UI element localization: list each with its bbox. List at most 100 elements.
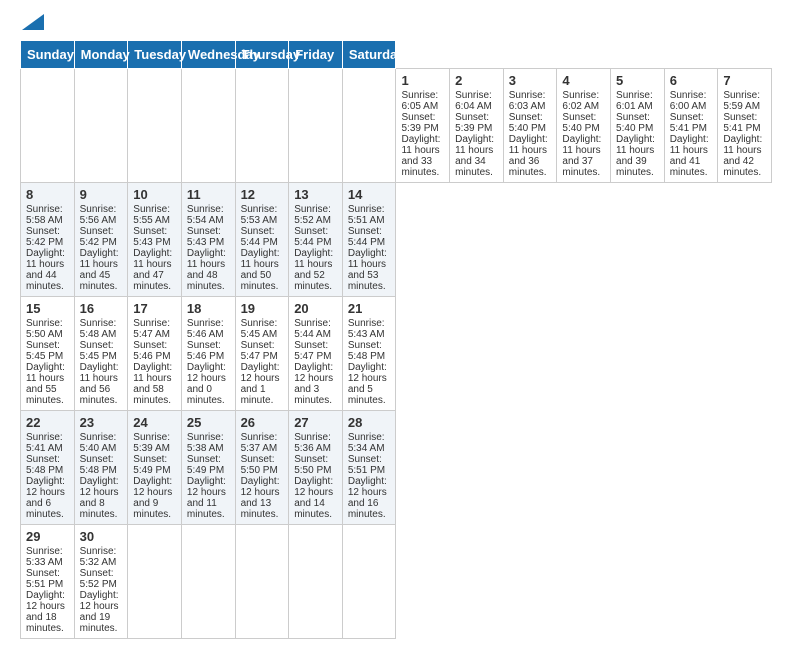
calendar-cell: 4 Sunrise: 6:02 AMSunset: 5:40 PMDaylight… [557, 69, 611, 183]
day-info: Sunrise: 6:05 AMSunset: 5:39 PMDaylight:… [401, 90, 440, 178]
day-number: 30 [80, 529, 123, 544]
calendar-cell: 27 Sunrise: 5:36 AMSunset: 5:50 PMDayligh… [289, 411, 343, 525]
day-number: 2 [455, 73, 498, 88]
day-number: 27 [294, 415, 337, 430]
day-number: 6 [670, 73, 713, 88]
calendar-cell [235, 525, 289, 639]
calendar-cell: 16Sunrise: 5:48 AMSunset: 5:45 PMDayligh… [74, 297, 128, 411]
day-number: 26 [241, 415, 284, 430]
calendar: SundayMondayTuesdayWednesdayThursdayFrid… [20, 40, 772, 639]
calendar-week-2: 8 Sunrise: 5:58 AMSunset: 5:42 PMDaylight… [21, 183, 772, 297]
calendar-week-3: 15Sunrise: 5:50 AMSunset: 5:45 PMDayligh… [21, 297, 772, 411]
day-info: Sunrise: 5:47 AMSunset: 5:46 PMDaylight:… [133, 318, 172, 406]
day-info: Sunrise: 5:48 AMSunset: 5:45 PMDaylight:… [80, 318, 119, 406]
day-number: 14 [348, 187, 391, 202]
calendar-cell: 19Sunrise: 5:45 AMSunset: 5:47 PMDayligh… [235, 297, 289, 411]
calendar-cell: 14 Sunrise: 5:51 AMSunset: 5:44 PMDayligh… [342, 183, 396, 297]
calendar-cell: 28 Sunrise: 5:34 AMSunset: 5:51 PMDayligh… [342, 411, 396, 525]
calendar-cell: 22 Sunrise: 5:41 AMSunset: 5:48 PMDayligh… [21, 411, 75, 525]
day-number: 1 [401, 73, 444, 88]
calendar-cell [21, 69, 75, 183]
calendar-cell: 24 Sunrise: 5:39 AMSunset: 5:49 PMDayligh… [128, 411, 182, 525]
calendar-cell: 9 Sunrise: 5:56 AMSunset: 5:42 PMDaylight… [74, 183, 128, 297]
day-info: Sunrise: 5:43 AMSunset: 5:48 PMDaylight:… [348, 318, 387, 406]
day-info: Sunrise: 5:46 AMSunset: 5:46 PMDaylight:… [187, 318, 226, 406]
day-info: Sunrise: 5:54 AMSunset: 5:43 PMDaylight:… [187, 204, 226, 292]
day-number: 24 [133, 415, 176, 430]
calendar-cell: 13 Sunrise: 5:52 AMSunset: 5:44 PMDayligh… [289, 183, 343, 297]
calendar-cell: 3 Sunrise: 6:03 AMSunset: 5:40 PMDaylight… [503, 69, 557, 183]
day-info: Sunrise: 5:40 AMSunset: 5:48 PMDaylight:… [80, 432, 119, 520]
col-header-thursday: Thursday [235, 41, 289, 69]
day-info: Sunrise: 5:52 AMSunset: 5:44 PMDaylight:… [294, 204, 333, 292]
day-number: 4 [562, 73, 605, 88]
day-number: 22 [26, 415, 69, 430]
day-info: Sunrise: 5:37 AMSunset: 5:50 PMDaylight:… [241, 432, 280, 520]
calendar-cell [181, 69, 235, 183]
day-info: Sunrise: 5:58 AMSunset: 5:42 PMDaylight:… [26, 204, 65, 292]
calendar-cell: 20Sunrise: 5:44 AMSunset: 5:47 PMDayligh… [289, 297, 343, 411]
day-info: Sunrise: 6:02 AMSunset: 5:40 PMDaylight:… [562, 90, 601, 178]
day-number: 28 [348, 415, 391, 430]
calendar-cell [342, 69, 396, 183]
day-info: Sunrise: 6:00 AMSunset: 5:41 PMDaylight:… [670, 90, 709, 178]
day-number: 29 [26, 529, 69, 544]
calendar-cell [181, 525, 235, 639]
day-info: Sunrise: 5:32 AMSunset: 5:52 PMDaylight:… [80, 546, 119, 634]
day-number: 21 [348, 301, 391, 316]
calendar-cell: 21 Sunrise: 5:43 AMSunset: 5:48 PMDayligh… [342, 297, 396, 411]
calendar-cell: 29 Sunrise: 5:33 AMSunset: 5:51 PMDayligh… [21, 525, 75, 639]
day-info: Sunrise: 5:33 AMSunset: 5:51 PMDaylight:… [26, 546, 65, 634]
day-info: Sunrise: 5:36 AMSunset: 5:50 PMDaylight:… [294, 432, 333, 520]
calendar-cell: 7 Sunrise: 5:59 AMSunset: 5:41 PMDaylight… [718, 69, 772, 183]
day-info: Sunrise: 6:04 AMSunset: 5:39 PMDaylight:… [455, 90, 494, 178]
day-info: Sunrise: 5:34 AMSunset: 5:51 PMDaylight:… [348, 432, 387, 520]
day-info: Sunrise: 5:51 AMSunset: 5:44 PMDaylight:… [348, 204, 387, 292]
calendar-cell: 26 Sunrise: 5:37 AMSunset: 5:50 PMDayligh… [235, 411, 289, 525]
calendar-cell [235, 69, 289, 183]
calendar-cell: 11 Sunrise: 5:54 AMSunset: 5:43 PMDayligh… [181, 183, 235, 297]
day-info: Sunrise: 5:56 AMSunset: 5:42 PMDaylight:… [80, 204, 119, 292]
day-number: 11 [187, 187, 230, 202]
calendar-cell: 5 Sunrise: 6:01 AMSunset: 5:40 PMDaylight… [611, 69, 665, 183]
calendar-header-row: SundayMondayTuesdayWednesdayThursdayFrid… [21, 41, 772, 69]
logo-icon [22, 14, 44, 30]
calendar-cell: 6 Sunrise: 6:00 AMSunset: 5:41 PMDaylight… [664, 69, 718, 183]
day-info: Sunrise: 6:01 AMSunset: 5:40 PMDaylight:… [616, 90, 655, 178]
calendar-cell [289, 525, 343, 639]
day-info: Sunrise: 5:55 AMSunset: 5:43 PMDaylight:… [133, 204, 172, 292]
day-number: 23 [80, 415, 123, 430]
day-number: 8 [26, 187, 69, 202]
calendar-cell [128, 525, 182, 639]
col-header-saturday: Saturday [342, 41, 396, 69]
day-number: 18 [187, 301, 230, 316]
day-number: 3 [509, 73, 552, 88]
day-number: 12 [241, 187, 284, 202]
day-number: 7 [723, 73, 766, 88]
day-info: Sunrise: 6:03 AMSunset: 5:40 PMDaylight:… [509, 90, 548, 178]
col-header-wednesday: Wednesday [181, 41, 235, 69]
day-number: 15 [26, 301, 69, 316]
calendar-cell: 2 Sunrise: 6:04 AMSunset: 5:39 PMDaylight… [450, 69, 504, 183]
day-number: 9 [80, 187, 123, 202]
col-header-sunday: Sunday [21, 41, 75, 69]
day-number: 17 [133, 301, 176, 316]
calendar-cell: 8 Sunrise: 5:58 AMSunset: 5:42 PMDaylight… [21, 183, 75, 297]
day-info: Sunrise: 5:59 AMSunset: 5:41 PMDaylight:… [723, 90, 762, 178]
logo [20, 16, 44, 30]
day-info: Sunrise: 5:41 AMSunset: 5:48 PMDaylight:… [26, 432, 65, 520]
calendar-cell: 15Sunrise: 5:50 AMSunset: 5:45 PMDayligh… [21, 297, 75, 411]
calendar-cell: 1 Sunrise: 6:05 AMSunset: 5:39 PMDaylight… [396, 69, 450, 183]
calendar-cell: 10Sunrise: 5:55 AMSunset: 5:43 PMDayligh… [128, 183, 182, 297]
day-info: Sunrise: 5:39 AMSunset: 5:49 PMDaylight:… [133, 432, 172, 520]
calendar-week-4: 22 Sunrise: 5:41 AMSunset: 5:48 PMDayligh… [21, 411, 772, 525]
day-info: Sunrise: 5:38 AMSunset: 5:49 PMDaylight:… [187, 432, 226, 520]
calendar-cell [289, 69, 343, 183]
day-number: 20 [294, 301, 337, 316]
day-info: Sunrise: 5:45 AMSunset: 5:47 PMDaylight:… [241, 318, 280, 406]
day-number: 5 [616, 73, 659, 88]
col-header-monday: Monday [74, 41, 128, 69]
calendar-week-5: 29 Sunrise: 5:33 AMSunset: 5:51 PMDayligh… [21, 525, 772, 639]
day-number: 13 [294, 187, 337, 202]
col-header-friday: Friday [289, 41, 343, 69]
